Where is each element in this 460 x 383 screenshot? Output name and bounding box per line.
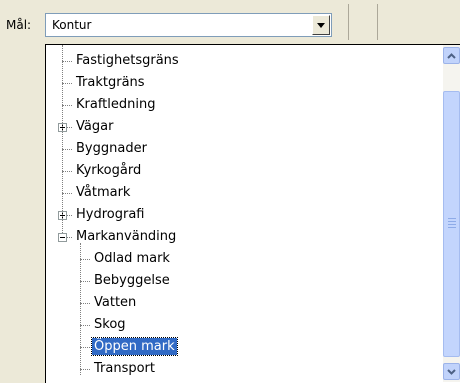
tree-item[interactable]: Odlad mark: [46, 249, 460, 269]
tree-connector: [80, 369, 90, 370]
tree-item[interactable]: Hydrografi: [46, 205, 460, 225]
tree-item-label: Transport: [94, 361, 156, 376]
tree-item[interactable]: Vägar: [46, 117, 460, 137]
tree-item[interactable]: Markanvänding: [46, 227, 460, 247]
tree-item-label: Fastighetsgräns: [76, 53, 179, 68]
tree-connector: [62, 83, 72, 84]
tree-item-label: Markanvänding: [76, 229, 177, 244]
vertical-scrollbar[interactable]: [443, 45, 460, 382]
tree-item[interactable]: Traktgräns: [46, 73, 460, 93]
tree-connector: [80, 303, 90, 304]
tree-item-label: Odlad mark: [94, 251, 170, 266]
tree-item-label: Våtmark: [76, 185, 131, 200]
tree-item-label: Kraftledning: [76, 97, 156, 112]
tree-item-label: Byggnader: [76, 141, 147, 156]
tree-connector: [62, 61, 72, 62]
goal-combobox[interactable]: Kontur: [45, 13, 332, 37]
toolbar-separator: [348, 4, 349, 40]
tree-connector: [62, 149, 72, 150]
combo-dropdown-button[interactable]: [312, 15, 330, 35]
tree-item[interactable]: Transport: [46, 359, 460, 379]
scrollbar-grip: [448, 218, 456, 219]
tree-child-line: [80, 243, 81, 375]
tree-connector: [62, 171, 72, 172]
tree-item[interactable]: Öppen mark: [46, 337, 460, 357]
scroll-down-button[interactable]: [443, 363, 460, 380]
tree-dropdown: Fastighetsgräns Traktgräns Kraftledning Väg…: [45, 44, 460, 383]
tree-item[interactable]: Kraftledning: [46, 95, 460, 115]
scrollbar-thumb[interactable]: [443, 91, 460, 357]
tree-item-label: Traktgräns: [76, 75, 145, 90]
tree-connector: [80, 325, 90, 326]
scrollbar-grip: [448, 221, 456, 222]
tree-item[interactable]: Fastighetsgräns: [46, 51, 460, 71]
tree-connector: [62, 105, 72, 106]
tree-connector: [80, 281, 90, 282]
scrollbar-grip: [448, 227, 456, 228]
tree-trunk-line: [62, 45, 63, 233]
tree-item-label: Hydrografi: [76, 207, 145, 222]
combo-selected-value: Kontur: [52, 18, 92, 32]
scroll-up-button[interactable]: [443, 47, 460, 64]
toolbar-separator: [377, 4, 378, 40]
toolbar: Mål: Kontur: [0, 0, 460, 44]
tree-item[interactable]: Bebyggelse: [46, 271, 460, 291]
tree-connector: [80, 259, 90, 260]
tree-item-label: Öppen mark: [91, 337, 178, 356]
scrollbar-grip: [448, 224, 456, 225]
tree-item-label: Skog: [94, 317, 126, 332]
chevron-up-icon: [447, 53, 456, 59]
tree-item-label: Kyrkogård: [76, 163, 142, 178]
tree-item[interactable]: Vatten: [46, 293, 460, 313]
goal-label: Mål:: [6, 18, 32, 32]
tree-connector: [62, 193, 72, 194]
triangle-down-icon: [317, 23, 325, 28]
tree-item[interactable]: Skog: [46, 315, 460, 335]
chevron-down-icon: [447, 369, 456, 375]
collapse-minus-icon[interactable]: [58, 233, 67, 242]
tree-item-label: Bebyggelse: [94, 273, 170, 288]
tree-item-label: Vatten: [94, 295, 137, 310]
tree-item-label: Vägar: [76, 119, 114, 134]
tree-item[interactable]: Kyrkogård: [46, 161, 460, 181]
tree-item[interactable]: Våtmark: [46, 183, 460, 203]
tree-item[interactable]: Byggnader: [46, 139, 460, 159]
tree-connector: [80, 347, 90, 348]
